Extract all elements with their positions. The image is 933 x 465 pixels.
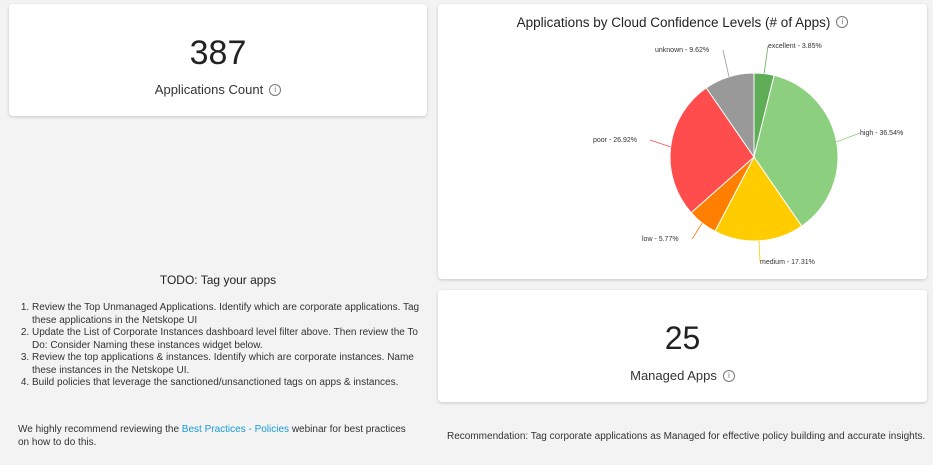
todo-item: Update the List of Corporate Instances d… — [32, 327, 432, 352]
pie-label-unknown: unknown - 9.62% — [655, 47, 709, 54]
pie-connector-high — [836, 132, 861, 143]
applications-count-card: 387 Applications Count i — [9, 4, 427, 116]
pie-label-medium: medium - 17.31% — [760, 259, 815, 266]
pie-connector-low — [691, 222, 703, 240]
todo-list: Review the Top Unmanaged Applications. I… — [18, 302, 432, 390]
todo-item: Review the top applications & instances.… — [32, 352, 432, 377]
cloud-confidence-chart-card: Applications by Cloud Confidence Levels … — [438, 4, 927, 279]
pie-connector-excellent — [763, 45, 769, 74]
pie-label-excellent: excellent - 3.85% — [768, 43, 822, 50]
pie-label-poor: poor - 26.92% — [593, 137, 637, 144]
managed-apps-card: 25 Managed Apps i — [438, 290, 927, 402]
best-practices-link[interactable]: Best Practices - Policies — [182, 424, 289, 435]
pie-chart: excellent - 3.85% high - 36.54% medium - 1… — [593, 43, 903, 266]
managed-apps-label-row: Managed Apps i — [438, 368, 927, 383]
applications-count-value: 387 — [189, 34, 247, 72]
todo-item: Review the Top Unmanaged Applications. I… — [32, 302, 432, 327]
managed-apps-label: Managed Apps — [630, 368, 717, 383]
applications-count-label-row: Applications Count i — [9, 82, 427, 97]
pie-connector-unknown — [722, 49, 730, 77]
recommendation-text: Recommendation: Tag corporate applicatio… — [447, 431, 926, 442]
info-icon[interactable]: i — [722, 369, 735, 382]
managed-apps-value: 25 — [664, 320, 701, 356]
todo-item: Build policies that leverage the sanctio… — [32, 377, 432, 390]
info-icon[interactable]: i — [269, 83, 282, 96]
applications-count-label: Applications Count — [154, 82, 264, 97]
todo-note-prefix: We highly recommend reviewing the — [18, 424, 182, 435]
pie-label-high: high - 36.54% — [860, 130, 903, 137]
pie-label-low: low - 5.77% — [642, 236, 679, 243]
pie-connector-poor — [649, 139, 671, 148]
todo-title: TODO: Tag your apps — [159, 273, 277, 287]
todo-note: We highly recommend reviewing the Best P… — [18, 424, 418, 449]
